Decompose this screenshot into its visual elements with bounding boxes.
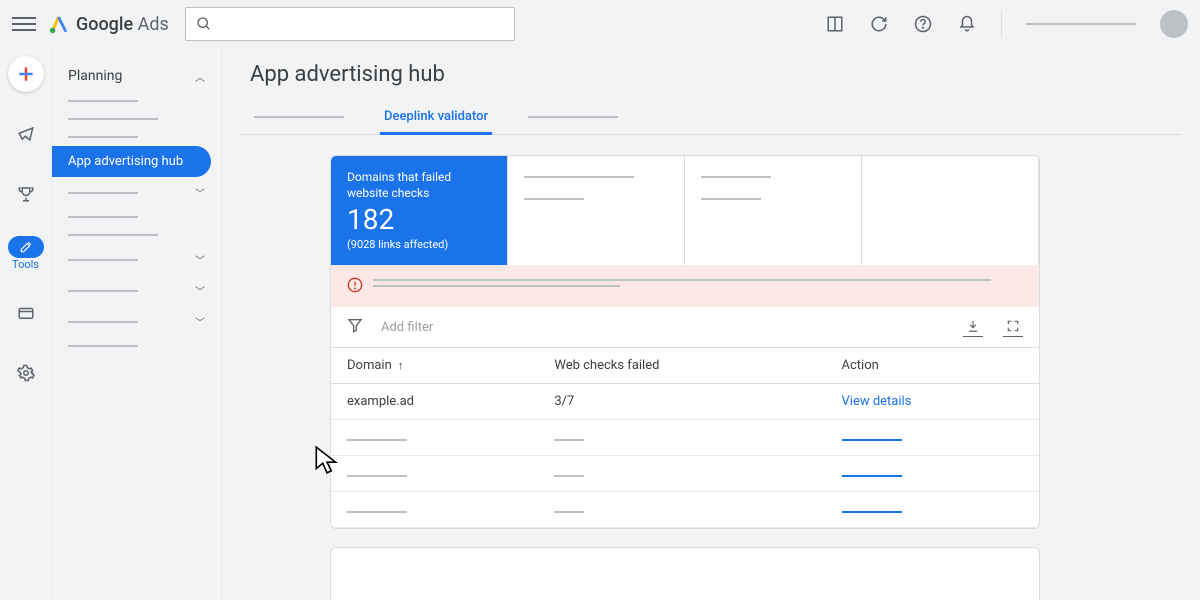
col-action[interactable]: Action (826, 348, 1040, 384)
app-name-1: Google (76, 14, 133, 35)
divider (1001, 10, 1002, 38)
nav-item[interactable] (52, 110, 221, 128)
scorecard[interactable] (685, 156, 862, 265)
col-domain[interactable]: Domain↑ (331, 348, 538, 384)
sort-asc-icon: ↑ (398, 359, 404, 372)
nav-item[interactable] (52, 226, 221, 244)
table-row (331, 492, 1039, 528)
domains-table: Domain↑ Web checks failed Action example… (331, 348, 1039, 528)
cell-action: View details (826, 384, 1040, 420)
table-row (331, 420, 1039, 456)
billing-icon[interactable] (8, 295, 44, 331)
page-title: App advertising hub (250, 62, 1182, 87)
validator-card: Domains that failed website checks 182 (… (330, 155, 1040, 529)
add-filter[interactable]: Add filter (381, 320, 433, 335)
alert-banner (331, 265, 1039, 307)
create-button[interactable] (8, 56, 44, 92)
nav-item[interactable] (52, 208, 221, 226)
help-icon[interactable] (913, 14, 933, 34)
notifications-icon[interactable] (957, 14, 977, 34)
refresh-icon[interactable] (869, 14, 889, 34)
goals-icon[interactable] (8, 176, 44, 212)
table-row (331, 456, 1039, 492)
nav-item-app-advertising-hub[interactable]: App advertising hub (52, 146, 211, 177)
tools-nav[interactable]: Tools (8, 236, 44, 271)
campaigns-icon[interactable] (8, 116, 44, 152)
scorecard[interactable] (508, 156, 685, 265)
cell-domain: example.ad (331, 384, 538, 420)
chevron-down-icon: ﹀ (195, 185, 205, 200)
search-icon (196, 16, 212, 32)
nav-item[interactable]: ﹀ (52, 244, 221, 275)
tab-deeplink-validator[interactable]: Deeplink validator (380, 99, 492, 134)
tab[interactable] (250, 106, 348, 128)
chevron-down-icon: ﹀ (195, 314, 205, 329)
secondary-card (330, 547, 1040, 600)
view-details-link[interactable]: View details (842, 394, 912, 409)
expand-icon[interactable] (1003, 317, 1023, 337)
avatar[interactable] (1160, 10, 1188, 38)
nav-item[interactable]: ﹀ (52, 306, 221, 337)
nav-item[interactable] (52, 92, 221, 110)
nav-item[interactable] (52, 128, 221, 146)
appearance-icon[interactable] (825, 14, 845, 34)
nav-item[interactable]: ﹀ (52, 275, 221, 306)
filter-icon[interactable] (347, 317, 363, 337)
chevron-down-icon: ﹀ (195, 252, 205, 267)
chevron-up-icon: ︿ (195, 69, 205, 84)
google-ads-icon (48, 13, 70, 35)
tools-icon (19, 240, 33, 254)
col-checks[interactable]: Web checks failed (538, 348, 825, 384)
admin-icon[interactable] (8, 355, 44, 391)
table-row: example.ad 3/7 View details (331, 384, 1039, 420)
search-input[interactable] (185, 7, 515, 41)
nav-item[interactable] (52, 337, 221, 355)
plus-icon (16, 64, 36, 84)
nav-section-planning[interactable]: Planning ︿ (52, 60, 221, 92)
nav-item[interactable]: ﹀ (52, 177, 221, 208)
scorecard-failed-domains[interactable]: Domains that failed website checks 182 (… (331, 156, 508, 265)
app-name-2: Ads (138, 14, 169, 35)
scorecard[interactable] (862, 156, 1039, 265)
chevron-down-icon: ﹀ (195, 283, 205, 298)
logo: Google Ads (48, 13, 169, 35)
error-icon (347, 277, 363, 297)
download-icon[interactable] (963, 317, 983, 337)
cell-checks: 3/7 (538, 384, 825, 420)
menu-button[interactable] (12, 12, 36, 36)
account-selector[interactable] (1026, 23, 1136, 25)
tab[interactable] (524, 106, 622, 128)
